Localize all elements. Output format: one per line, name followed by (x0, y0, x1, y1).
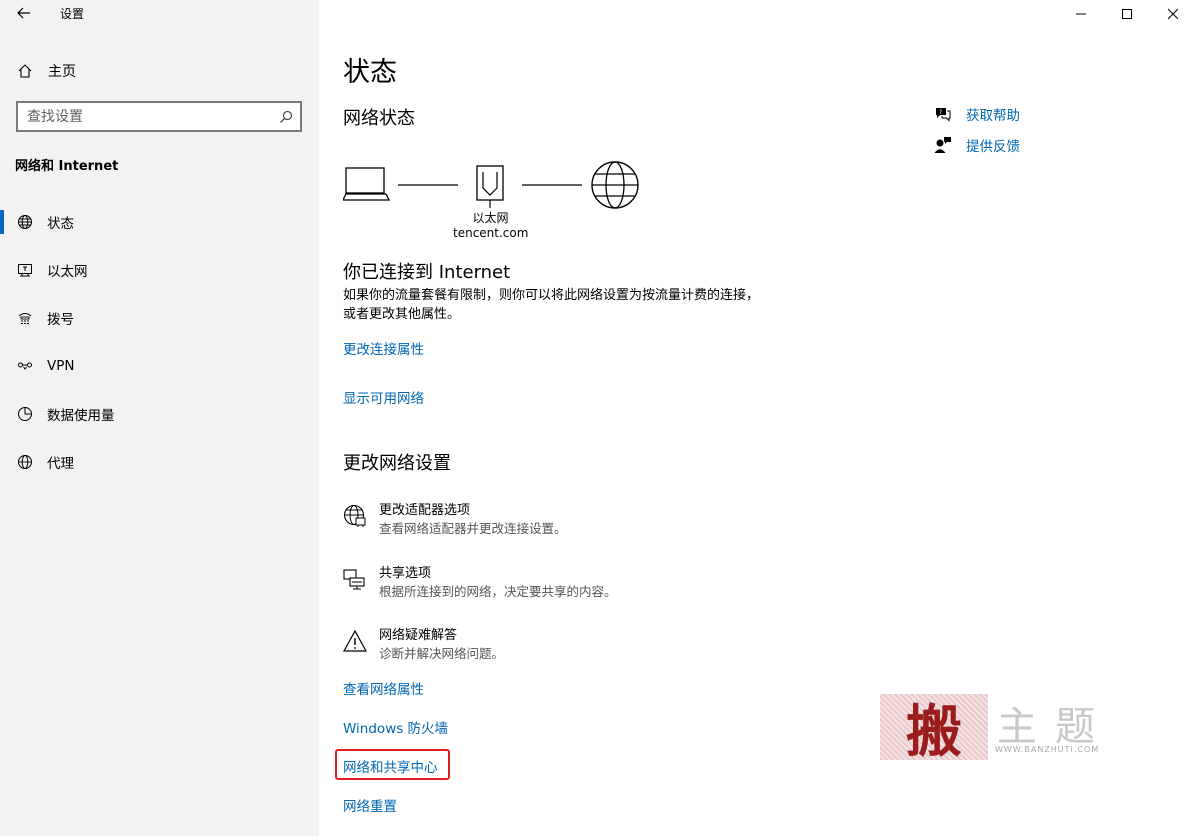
show-available-networks-link[interactable]: 显示可用网络 (343, 387, 424, 407)
watermark-text: 主题 (997, 704, 1113, 750)
sidebar-item-label: 拨号 (47, 312, 74, 328)
change-adapter-options[interactable]: 更改适配器选项 查看网络适配器并更改连接设置。 (343, 502, 567, 538)
search-input[interactable] (27, 108, 272, 125)
home-label: 主页 (48, 64, 76, 80)
dialup-icon (16, 309, 34, 327)
adapter-label: 以太网 (472, 211, 509, 225)
laptop-icon (343, 167, 391, 201)
svg-text:?: ? (939, 109, 942, 116)
search-box[interactable] (16, 101, 302, 132)
help-chat-icon: ? (934, 105, 952, 123)
sidebar: 设置 主页 网络和 Internet (0, 0, 319, 836)
sidebar-item-dialup[interactable]: 拨号 (0, 294, 319, 342)
search-icon[interactable] (272, 110, 300, 124)
adapter-globe-icon (343, 504, 367, 528)
app-title: 设置 (60, 7, 85, 21)
network-name: tencent.com (453, 226, 529, 240)
sidebar-item-ethernet[interactable]: 以太网 (0, 246, 319, 294)
network-status-title: 网络状态 (343, 108, 415, 129)
sidebar-item-label: 以太网 (47, 264, 88, 280)
ethernet-port-icon (476, 165, 504, 208)
close-icon (1168, 9, 1178, 19)
option-title: 更改适配器选项 (379, 503, 471, 518)
get-help-label: 获取帮助 (966, 107, 1020, 124)
vpn-icon (16, 357, 34, 375)
network-reset-link[interactable]: 网络重置 (343, 795, 397, 815)
main-content: 状态 网络状态 以太网 tencent.com 你已连接到 Internet 如… (335, 0, 923, 836)
option-title: 共享选项 (379, 566, 432, 581)
feedback-label: 提供反馈 (966, 138, 1020, 155)
option-description: 诊断并解决网络问题。 (379, 646, 505, 661)
home-nav-item[interactable]: 主页 (16, 60, 76, 82)
network-sharing-center-link[interactable]: 网络和共享中心 (343, 756, 438, 776)
change-network-settings-title: 更改网络设置 (343, 453, 451, 474)
watermark: 搬 主题 WWW.BANZHUTI.COM (880, 694, 1115, 765)
minimize-icon (1076, 13, 1086, 15)
close-button[interactable] (1150, 0, 1196, 28)
sharing-icon (343, 567, 367, 591)
help-panel: ? 获取帮助 提供反馈 (934, 98, 1020, 160)
sidebar-item-label: 状态 (47, 216, 74, 232)
connected-title: 你已连接到 Internet (343, 262, 511, 283)
sidebar-item-label: 数据使用量 (47, 408, 115, 424)
sidebar-item-label: 代理 (47, 456, 74, 472)
feedback-person-icon (934, 136, 952, 154)
internet-globe-icon (591, 161, 639, 209)
option-description: 查看网络适配器并更改连接设置。 (379, 521, 567, 536)
windows-firewall-link[interactable]: Windows 防火墙 (343, 717, 448, 737)
sidebar-item-label: VPN (47, 358, 75, 374)
network-troubleshooter[interactable]: 网络疑难解答 诊断并解决网络问题。 (343, 627, 504, 663)
watermark-url: WWW.BANZHUTI.COM (995, 745, 1100, 754)
window-controls (1058, 0, 1196, 28)
data-usage-icon (16, 405, 34, 423)
back-button[interactable] (12, 2, 36, 24)
sidebar-item-data-usage[interactable]: 数据使用量 (0, 390, 319, 438)
warning-icon (343, 629, 367, 653)
page-title: 状态 (343, 57, 397, 88)
minimize-button[interactable] (1058, 0, 1104, 28)
change-connection-properties-link[interactable]: 更改连接属性 (343, 338, 424, 358)
proxy-globe-icon (16, 453, 34, 471)
connected-description: 如果你的流量套餐有限制，则你可以将此网络设置为按流量计费的连接，或者更改其他属性… (343, 288, 760, 322)
sharing-options[interactable]: 共享选项 根据所连接到的网络，决定要共享的内容。 (343, 565, 617, 601)
feedback-link[interactable]: 提供反馈 (934, 129, 1020, 160)
view-network-properties-link[interactable]: 查看网络属性 (343, 678, 424, 698)
option-title: 网络疑难解答 (379, 628, 458, 643)
get-help-link[interactable]: ? 获取帮助 (934, 98, 1020, 129)
sidebar-section-heading: 网络和 Internet (15, 159, 119, 174)
back-arrow-icon (17, 7, 30, 19)
sidebar-item-status[interactable]: 状态 (0, 198, 319, 246)
maximize-button[interactable] (1104, 0, 1150, 28)
ethernet-icon (16, 261, 34, 279)
watermark-stamp: 搬 (880, 694, 988, 765)
home-icon (16, 63, 34, 79)
sidebar-item-vpn[interactable]: VPN (0, 342, 319, 390)
option-description: 根据所连接到的网络，决定要共享的内容。 (379, 584, 617, 599)
status-globe-icon (16, 213, 34, 231)
sidebar-nav: 状态 以太网 拨号 VPN 数据使用量 代理 (0, 198, 319, 486)
sidebar-item-proxy[interactable]: 代理 (0, 438, 319, 486)
maximize-icon (1122, 9, 1132, 19)
